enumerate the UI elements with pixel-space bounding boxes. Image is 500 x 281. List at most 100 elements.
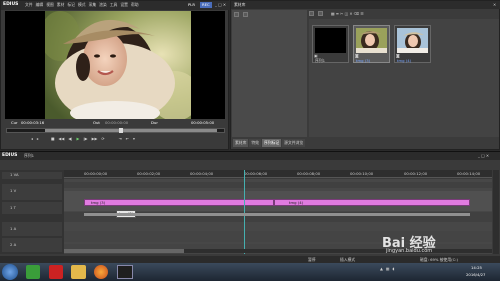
track-header-1t[interactable]: 1 T: [2, 202, 62, 214]
bin-title: 素材库: [234, 2, 246, 7]
bin-window: 素材库 ✕ ▦ ≡ ✂ ◫ ✕ ⌫ ☰ ▣ 序列1 ◙ tmg (3) ◙ tm…: [230, 0, 500, 150]
bin-toolbar: ▦ ≡ ✂ ◫ ✕ ⌫ ☰: [309, 10, 499, 17]
menu-item[interactable]: 素材: [57, 3, 65, 7]
tab-bin[interactable]: 素材库: [233, 139, 249, 147]
volume-icon[interactable]: ◖: [393, 267, 395, 271]
timeline-cursor[interactable]: [244, 170, 245, 254]
watermark-url: jingyan.baidu.com: [386, 248, 433, 254]
tray-icons[interactable]: ▲ ▦ ◖: [380, 267, 395, 271]
taskbar-app-green[interactable]: [26, 265, 40, 279]
track-header-1a[interactable]: 1 A: [2, 222, 62, 236]
menu-item[interactable]: 视图: [46, 3, 54, 7]
clip-label: tmg (4): [289, 200, 304, 205]
tc-out-label: Out: [93, 120, 100, 125]
preview-image: [45, 11, 191, 119]
baidu-watermark: Bai 经验 jingyan.baidu.com: [382, 232, 490, 262]
network-icon[interactable]: ▦: [386, 267, 390, 271]
play-icon[interactable]: ▶: [76, 137, 79, 141]
window-controls[interactable]: _ □ ✕: [215, 3, 226, 7]
set-out-icon[interactable]: ▸: [37, 137, 39, 141]
lane-separator: [84, 213, 470, 216]
stop-icon[interactable]: ■: [51, 137, 55, 141]
taskbar-folder-icon[interactable]: [71, 265, 86, 279]
bin-folder-pane: [232, 10, 307, 137]
hscroll-thumb[interactable]: [64, 249, 184, 253]
clip-label: tmg (3): [356, 58, 371, 63]
timeline-window-controls[interactable]: _ □ ✕: [478, 154, 489, 158]
tab-source-browser[interactable]: 源文件浏览: [282, 139, 306, 147]
clock-time[interactable]: 14:25: [471, 266, 482, 270]
track-header-2a[interactable]: 2 A: [2, 238, 62, 252]
player-scrubber[interactable]: [6, 128, 225, 133]
bin-tabs: 素材库 特效 序列标记 源文件浏览: [233, 139, 306, 147]
taskbar-firefox-icon[interactable]: [94, 265, 108, 279]
loop-icon[interactable]: ⟳: [101, 137, 104, 141]
timeline-vscroll[interactable]: [493, 170, 499, 254]
track-header-1va[interactable]: 1 VA: [2, 172, 62, 179]
player-titlebar: EDIUS 文件 编辑 视图 素材 标记 模式 采集 渲染 工具 设置 帮助 P…: [1, 1, 230, 10]
menu-item[interactable]: 工具: [110, 3, 118, 7]
rewind-icon[interactable]: ◀◀: [58, 137, 64, 141]
start-button[interactable]: [2, 264, 18, 280]
timeline-ruler[interactable]: 00:00:00;00 00:00:02;00 00:00:04;00 00:0…: [64, 170, 492, 178]
scrubber-fill: [45, 129, 217, 132]
mode-plr[interactable]: PLR: [188, 3, 195, 7]
menu-item[interactable]: 设置: [120, 3, 128, 7]
tray-icon[interactable]: ▲: [380, 267, 383, 271]
bin-close-icon[interactable]: ✕: [493, 3, 496, 7]
lane-1va: [64, 182, 492, 188]
sequence-name: 序列1: [24, 153, 35, 158]
menu-item[interactable]: 编辑: [36, 3, 44, 7]
menu-item[interactable]: 标记: [67, 3, 75, 7]
timeline-app-name: EDIUS: [2, 153, 18, 158]
step-back-icon[interactable]: ◀|: [68, 137, 72, 141]
clip-thumbnail: [356, 28, 387, 53]
tab-effects[interactable]: 特效: [249, 139, 261, 147]
new-folder-icon[interactable]: [243, 12, 248, 17]
clock-date[interactable]: 2016/4/27: [466, 273, 485, 277]
taskbar-app-red[interactable]: [49, 265, 63, 279]
timeline-clip-tmg4[interactable]: tmg (4): [274, 199, 470, 206]
bin-clip-tmg4[interactable]: ◙ tmg (4): [394, 25, 431, 63]
bin-search-icon[interactable]: [318, 11, 323, 16]
mode-rec[interactable]: REC: [200, 2, 212, 8]
bin-clip-tmg3[interactable]: ◙ tmg (3): [353, 25, 390, 63]
fast-forward-icon[interactable]: ▶▶: [92, 137, 98, 141]
status-pause: 暂停: [308, 257, 316, 262]
bin-view-icon[interactable]: ▦ ≡ ✂ ◫ ✕ ⌫ ☰: [331, 11, 364, 16]
menu-item[interactable]: 采集: [89, 3, 97, 7]
clip-label: 序列1: [315, 58, 326, 63]
bin-clip-area: ▣ 序列1 ◙ tmg (3) ◙ tmg (4): [309, 19, 499, 137]
player-app-name: EDIUS: [3, 2, 19, 7]
windows-taskbar: ▲ ▦ ◖ 14:25 2016/4/27: [0, 263, 500, 281]
set-in-icon[interactable]: ◂: [31, 137, 33, 141]
track-header-area: 1 VA 1 V 1 T 1 A 2 A: [0, 170, 64, 254]
menu-item[interactable]: 帮助: [131, 3, 139, 7]
menu-item[interactable]: 文件: [25, 3, 33, 7]
timeline-clip-tmg3[interactable]: tmg (3): [84, 199, 274, 206]
step-fwd-icon[interactable]: |▶: [83, 137, 87, 141]
tc-dur: 00:00:05:00: [191, 120, 215, 125]
tab-sequence-markers[interactable]: 序列标记: [261, 139, 282, 147]
tc-cur-label: Cur: [11, 120, 18, 125]
taskbar-edius-icon[interactable]: [117, 265, 133, 279]
menu-item[interactable]: 模式: [78, 3, 86, 7]
overwrite-icon[interactable]: ⇤: [126, 137, 129, 141]
timeline-toolbar: ⌂ ▤ ✂ ◨ ⤒ ⤓ ↶ ↷ ✎ ⊞ ⊟ ◉ ◎ ⌖ ▣ ▥ ▦ ⇲ ⇱ ⊕ …: [65, 161, 495, 177]
player-window: EDIUS 文件 编辑 视图 素材 标记 模式 采集 渲染 工具 设置 帮助 P…: [0, 0, 230, 150]
tc-cur: 00:00:03:16: [21, 120, 45, 125]
transport-bar: ◂ ▸ ■ ◀◀ ◀| ▶ |▶ ▶▶ ⟳ ⇥ ⇤ ▾: [31, 137, 135, 141]
insert-icon[interactable]: ⇥: [119, 137, 122, 141]
bin-folder-icon[interactable]: [309, 11, 314, 16]
track-header-1v[interactable]: 1 V: [2, 184, 62, 200]
more-icon[interactable]: ▾: [133, 137, 135, 141]
folder-icon[interactable]: [234, 12, 239, 17]
status-insert-mode: 插入模式: [340, 257, 356, 262]
player-menu: 文件 编辑 视图 素材 标记 模式 采集 渲染 工具 设置 帮助: [25, 3, 139, 7]
tc-dur-label: Dur: [151, 120, 158, 125]
menu-item[interactable]: 渲染: [99, 3, 107, 7]
bin-titlebar: 素材库 ✕: [231, 1, 500, 9]
clip-thumbnail: [315, 28, 346, 53]
scrubber-handle[interactable]: [119, 128, 123, 133]
bin-clip-sequence[interactable]: ▣ 序列1: [312, 25, 349, 63]
